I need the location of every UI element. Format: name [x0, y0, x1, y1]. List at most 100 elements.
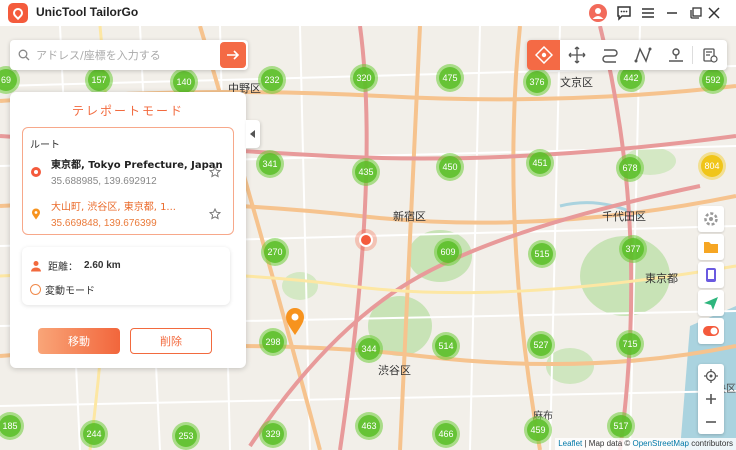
zoom-out-button[interactable] [698, 410, 724, 433]
zoom-in-button[interactable] [698, 387, 724, 410]
map-label: 文京区 [560, 77, 593, 89]
crosshair-icon [704, 368, 718, 383]
location-cluster[interactable]: 320 [350, 64, 378, 92]
location-cluster[interactable]: 592 [699, 66, 727, 94]
destination-icon [32, 208, 40, 220]
folder-icon [704, 242, 718, 253]
location-cluster[interactable]: 450 [436, 153, 464, 181]
location-cluster[interactable]: 475 [436, 64, 464, 92]
mode-toolbar [527, 40, 727, 70]
device-tool-button[interactable] [698, 262, 724, 288]
gear-icon [704, 212, 718, 226]
location-cluster[interactable]: 466 [432, 420, 460, 448]
toggle-tool-button[interactable] [698, 318, 724, 344]
map-label: 渋谷区 [378, 365, 411, 377]
location-cluster[interactable]: 232 [258, 66, 286, 94]
location-cluster[interactable]: 451 [526, 149, 554, 177]
title-bar: UnicTool TailorGo [0, 0, 736, 26]
map-label: 千代田区 [602, 211, 646, 223]
two-spot-mode-button[interactable] [593, 40, 626, 70]
origin-icon [31, 167, 41, 177]
map-label: 東京都 [645, 273, 678, 285]
search-icon [18, 49, 30, 61]
feedback-icon[interactable] [614, 3, 634, 23]
arrow-right-icon [227, 50, 240, 60]
location-cluster[interactable]: 715 [616, 330, 644, 358]
location-cluster[interactable]: 435 [352, 158, 380, 186]
location-cluster[interactable]: 678 [616, 154, 644, 182]
settings-tool-button[interactable] [698, 206, 724, 232]
destination-name: 大山町, 渋谷区, 東京都, 1... [51, 202, 176, 213]
location-cluster[interactable]: 609 [434, 238, 462, 266]
app-logo-icon [8, 3, 28, 23]
location-cluster[interactable]: 515 [528, 240, 556, 268]
origin-coords: 35.688985, 139.692912 [51, 176, 157, 187]
location-cluster[interactable]: 463 [355, 412, 383, 440]
location-cluster[interactable]: 253 [172, 422, 200, 450]
destination-pin-icon[interactable] [285, 308, 305, 339]
location-cluster[interactable]: 341 [256, 150, 284, 178]
user-avatar-icon[interactable] [588, 3, 608, 23]
history-button[interactable] [693, 40, 726, 70]
jump-mode-button[interactable] [659, 40, 692, 70]
toggle-icon [703, 326, 719, 336]
close-icon[interactable] [704, 3, 724, 23]
favorite-star-icon[interactable] [209, 166, 221, 178]
multi-spot-icon [634, 47, 651, 63]
menu-icon[interactable] [638, 3, 658, 23]
location-cluster[interactable]: 157 [85, 66, 113, 94]
favorite-star-icon[interactable] [209, 208, 221, 220]
multi-spot-mode-button[interactable] [626, 40, 659, 70]
side-toolbar [698, 206, 724, 344]
map-attribution: Leaflet | Map data © OpenStreetMap contr… [555, 438, 736, 450]
delete-button[interactable]: 削除 [130, 328, 212, 354]
history-icon [702, 48, 718, 63]
folder-tool-button[interactable] [698, 234, 724, 260]
zoom-control [698, 364, 724, 434]
person-icon [31, 260, 41, 271]
distance-row: 距離： 2.60 km [30, 258, 121, 273]
location-cluster[interactable]: 270 [261, 238, 289, 266]
restore-icon[interactable] [686, 3, 706, 23]
collapse-panel-button[interactable] [246, 120, 260, 148]
current-location-marker[interactable] [354, 228, 378, 255]
minus-icon [706, 420, 716, 423]
location-cluster[interactable]: 459 [524, 416, 552, 444]
location-cluster[interactable]: 344 [355, 335, 383, 363]
location-cluster[interactable]: 376 [523, 68, 551, 96]
location-cluster[interactable]: 244 [80, 420, 108, 448]
panel-title: テレポートモード [71, 104, 184, 118]
location-cluster[interactable]: 527 [527, 331, 555, 359]
teleport-mode-button[interactable] [527, 40, 560, 70]
location-cluster[interactable]: 514 [432, 332, 460, 360]
location-cluster[interactable]: 517 [607, 412, 635, 440]
location-cluster[interactable]: 298 [259, 328, 287, 356]
move-mode-toggle[interactable]: 変動モード [30, 282, 95, 297]
jump-pin-icon [668, 48, 683, 62]
osm-link[interactable]: OpenStreetMap [632, 439, 688, 448]
paper-plane-icon [704, 297, 718, 310]
minimize-icon[interactable] [662, 3, 682, 23]
plus-icon [706, 393, 716, 404]
leaflet-link[interactable]: Leaflet [558, 439, 582, 448]
map-label: 新宿区 [393, 211, 426, 223]
locate-me-button[interactable] [698, 364, 724, 387]
destination-coords: 35.669848, 139.676399 [51, 218, 157, 229]
location-cluster[interactable]: 804 [698, 152, 726, 180]
search-input[interactable] [36, 45, 216, 65]
distance-label: 距離： [48, 262, 78, 273]
origin-name: 東京都, Tokyo Prefecture, Japan [51, 160, 223, 171]
location-cluster[interactable]: 377 [619, 235, 647, 263]
distance-value: 2.60 km [84, 260, 121, 271]
app-title: UnicTool TailorGo [36, 5, 139, 19]
joystick-mode-button[interactable] [560, 40, 593, 70]
route-heading: ルート [30, 140, 60, 151]
phone-icon [706, 268, 716, 282]
teleport-icon [534, 46, 553, 64]
search-go-button[interactable] [220, 42, 246, 68]
move-mode-radio[interactable] [30, 284, 41, 295]
move-arrows-icon [568, 46, 585, 64]
move-button[interactable]: 移動 [38, 328, 120, 354]
send-tool-button[interactable] [698, 290, 724, 316]
location-cluster[interactable]: 329 [259, 420, 287, 448]
